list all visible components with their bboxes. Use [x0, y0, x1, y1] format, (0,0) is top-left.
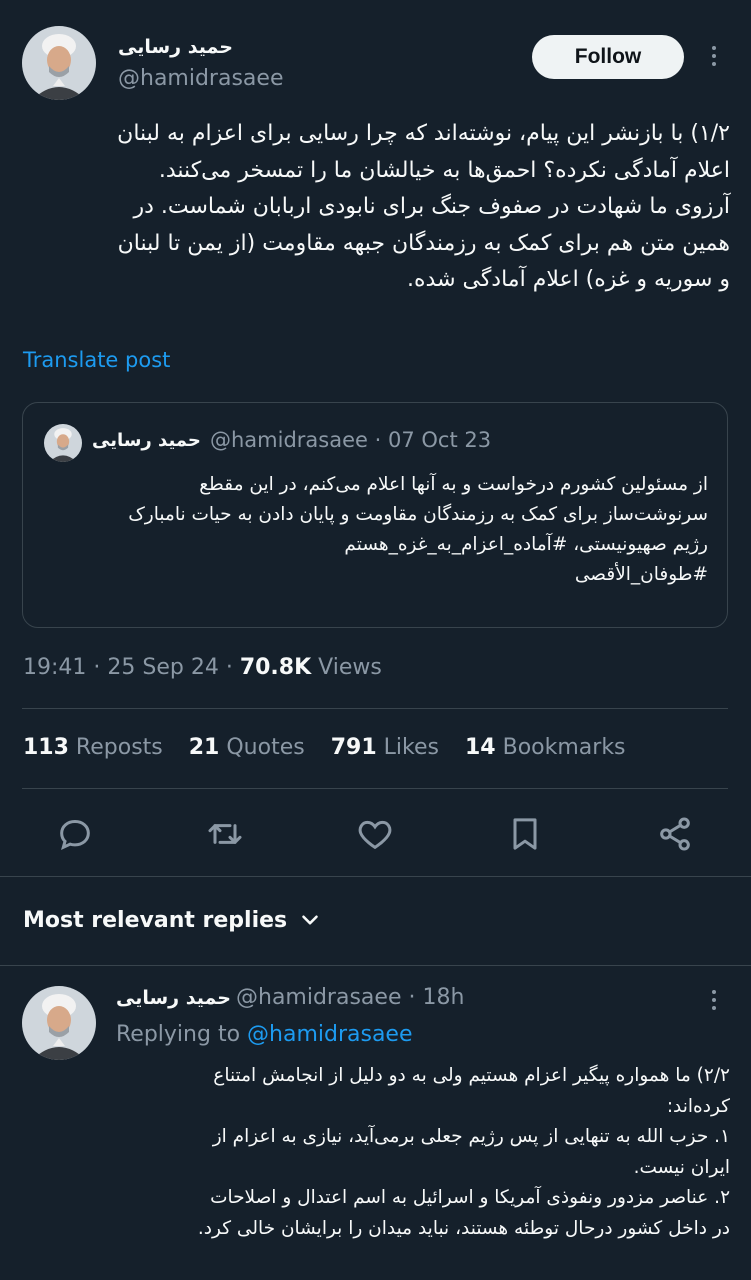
author-avatar[interactable]	[22, 26, 96, 100]
reply-icon[interactable]	[55, 814, 95, 854]
likes-stat[interactable]: 791 Likes	[331, 735, 439, 760]
quote-author-name: حمید رسایی	[92, 430, 201, 451]
tweet-time[interactable]: 19:41 · 25 Sep 24 ·	[23, 655, 240, 680]
repost-icon[interactable]	[205, 814, 245, 854]
reply-line: ۲. عناصر مزدور ونفوذی آمریکا و اسرائیل ب…	[210, 1187, 730, 1208]
quotes-stat[interactable]: 21 Quotes	[189, 735, 305, 760]
section-divider	[0, 876, 751, 877]
divider	[22, 708, 728, 709]
views-count: 70.8K	[239, 655, 312, 680]
more-options-icon[interactable]	[711, 46, 717, 70]
replying-to-handle[interactable]: @hamidrasaee	[247, 1022, 412, 1047]
tweet-meta: 19:41 · 25 Sep 24 · 70.8K Views	[23, 655, 382, 680]
replies-sort-dropdown[interactable]: Most relevant replies	[23, 907, 323, 933]
quote-line: رژیم صهیونیستی، #آماده_اعزام_به_غزه_هستم	[344, 534, 708, 555]
views-label: Views	[311, 655, 382, 680]
follow-button[interactable]: Follow	[532, 35, 684, 79]
reply-author-name[interactable]: حمید رسایی	[116, 987, 231, 1009]
reply-avatar[interactable]	[22, 986, 96, 1060]
reply-line: ۱. حزب الله به تنهایی از پس رژیم جعلی بر…	[212, 1126, 730, 1147]
tweet-line: ۱/۲) با بازنشر این پیام، نوشته‌اند که چر…	[117, 121, 730, 146]
replies-section-title: Most relevant replies	[23, 907, 288, 933]
reply-line: ۲/۲) ما همواره پیگیر اعزام هستیم ولی به …	[213, 1065, 730, 1086]
author-handle[interactable]: @hamidrasaee	[118, 66, 283, 91]
quote-hashtag[interactable]: #طوفان_الأقصی	[24, 560, 708, 590]
reply-text: ۲/۲) ما همواره پیگیر اعزام هستیم ولی به …	[110, 1061, 730, 1244]
section-divider	[0, 965, 751, 966]
tweet-line: همین متن هم برای کمک به رزمندگان جبهه مق…	[117, 230, 730, 256]
tweet-line: اعلام آمادگی نکرده؟ احمق‌ها به خیالشان م…	[158, 157, 730, 183]
quote-line: سرنوشت‌ساز برای کمک به رزمندگان مقاومت و…	[128, 504, 708, 525]
reply-more-options-icon[interactable]	[711, 990, 717, 1014]
quote-avatar[interactable]	[44, 424, 82, 462]
tweet-line: و سوریه و غزه) اعلام آمادگی شده.	[407, 267, 730, 292]
chevron-down-icon	[302, 915, 318, 925]
author-name[interactable]: حمید رسایی	[118, 36, 233, 58]
tweet-text: ۱/۲) با بازنشر این پیام، نوشته‌اند که چر…	[22, 116, 730, 299]
reply-handle-time[interactable]: @hamidrasaee · 18h	[236, 985, 464, 1010]
quote-handle-date: @hamidrasaee · 07 Oct 23	[210, 428, 492, 452]
quote-text: از مسئولین کشورم درخواست و به آنها اعلام…	[24, 470, 708, 590]
translate-post-link[interactable]: Translate post	[23, 348, 170, 372]
engagement-stats: 113 Reposts 21 Quotes 791 Likes 14 Bookm…	[23, 735, 652, 760]
quote-line: از مسئولین کشورم درخواست و به آنها اعلام…	[199, 474, 708, 495]
bookmark-icon[interactable]	[505, 814, 545, 854]
replying-to: Replying to @hamidrasaee	[116, 1022, 413, 1047]
reply-line: در داخل کشور درحال توطئه هستند، نباید می…	[197, 1217, 730, 1239]
replying-to-label: Replying to	[116, 1022, 248, 1047]
reply-line: ایران نیست.	[633, 1156, 730, 1178]
tweet-line: آرزوی ما شهادت در صفوف جنگ برای نابودی ا…	[133, 194, 730, 219]
reposts-stat[interactable]: 113 Reposts	[23, 735, 163, 760]
bookmarks-stat[interactable]: 14 Bookmarks	[465, 735, 626, 760]
like-icon[interactable]	[355, 814, 395, 854]
divider	[22, 788, 728, 789]
reply-line: کرده‌اند:	[666, 1095, 730, 1117]
share-icon[interactable]	[655, 814, 695, 854]
